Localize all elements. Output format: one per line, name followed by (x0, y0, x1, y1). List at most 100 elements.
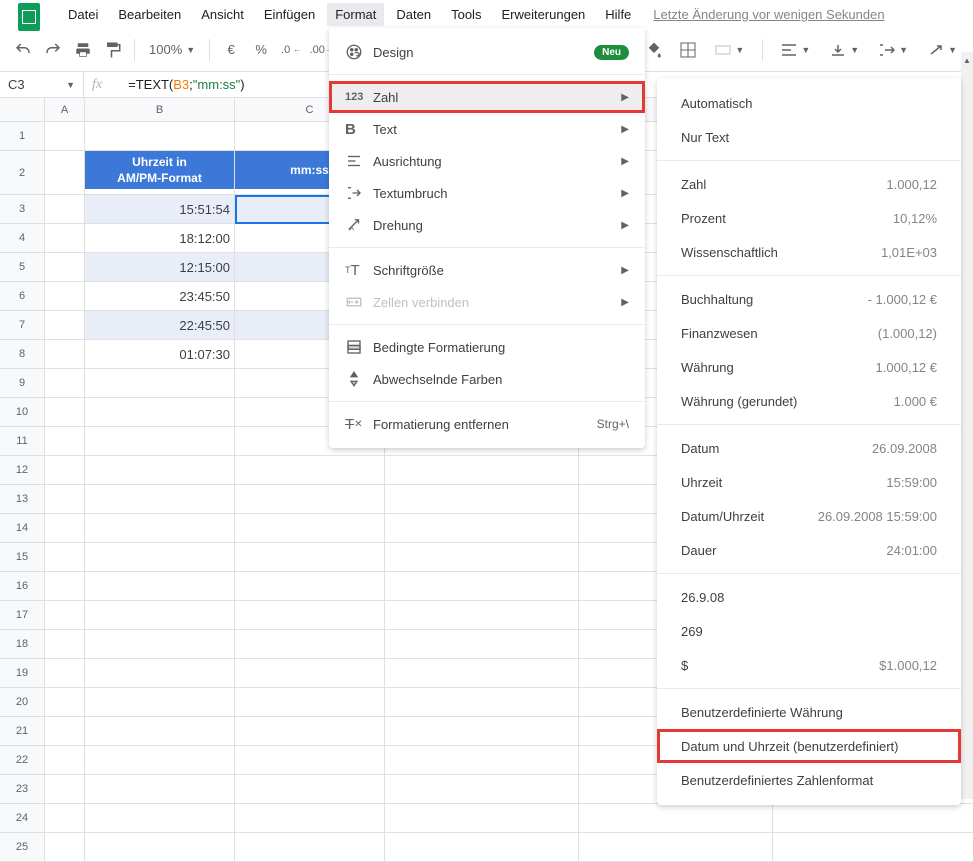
numfmt-item-uhrzeit[interactable]: Uhrzeit15:59:00 (657, 465, 961, 499)
cell[interactable] (235, 688, 385, 716)
print-button[interactable] (68, 35, 98, 65)
row-header[interactable]: 18 (0, 630, 45, 658)
row-header[interactable]: 8 (0, 340, 45, 368)
row-header[interactable]: 17 (0, 601, 45, 629)
cell[interactable] (235, 659, 385, 687)
row-header[interactable]: 4 (0, 224, 45, 252)
cell[interactable] (45, 311, 85, 339)
cell[interactable] (45, 543, 85, 571)
numfmt-item-finanzwesen[interactable]: Finanzwesen(1.000,12) (657, 316, 961, 350)
row-header[interactable]: 24 (0, 804, 45, 832)
currency-button[interactable]: € (216, 35, 246, 65)
redo-button[interactable] (38, 35, 68, 65)
numfmt-item-benutzerdefinierte-w-hrung[interactable]: Benutzerdefinierte Währung (657, 695, 961, 729)
name-box[interactable]: C3▼ (0, 72, 84, 97)
numfmt-item-datum-uhrzeit[interactable]: Datum/Uhrzeit26.09.2008 15:59:00 (657, 499, 961, 533)
cell[interactable] (579, 833, 773, 861)
cell[interactable] (45, 340, 85, 368)
menu-ansicht[interactable]: Ansicht (193, 3, 252, 26)
cell[interactable] (85, 543, 235, 571)
cell[interactable] (385, 688, 579, 716)
row-header[interactable]: 7 (0, 311, 45, 339)
menu-format[interactable]: Format (327, 3, 384, 26)
cell[interactable] (385, 746, 579, 774)
merge-combo[interactable]: ▼ (707, 36, 752, 64)
cell[interactable] (235, 833, 385, 861)
cell[interactable] (85, 514, 235, 542)
numfmt-item-269[interactable]: 269 (657, 614, 961, 648)
cell[interactable] (85, 601, 235, 629)
cell[interactable] (385, 601, 579, 629)
menu-datei[interactable]: Datei (60, 3, 106, 26)
undo-button[interactable] (8, 35, 38, 65)
numfmt-item-datum[interactable]: Datum26.09.2008 (657, 431, 961, 465)
fmt-item-ausrichtung[interactable]: Ausrichtung▶ (329, 145, 645, 177)
numfmt-item-prozent[interactable]: Prozent10,12% (657, 201, 961, 235)
numfmt-item-datum-und-uhrzeit-benutzerdefiniert-[interactable]: Datum und Uhrzeit (benutzerdefiniert) (657, 729, 961, 763)
row-header[interactable]: 2 (0, 151, 45, 194)
fmt-item-design[interactable]: DesignNeu (329, 36, 645, 68)
cell[interactable] (45, 282, 85, 310)
cell[interactable] (45, 630, 85, 658)
zoom-combo[interactable]: 100%▼ (141, 36, 203, 64)
col-header-b[interactable]: B (85, 98, 235, 121)
cell[interactable] (235, 601, 385, 629)
cell[interactable] (235, 543, 385, 571)
cell[interactable]: Uhrzeit in AM/PM-Format (85, 151, 235, 194)
cell[interactable]: 23:45:50 (85, 282, 235, 310)
rotate-combo[interactable]: ▼ (920, 36, 965, 64)
fmt-item-textumbruch[interactable]: Textumbruch▶ (329, 177, 645, 209)
cell[interactable] (45, 224, 85, 252)
row-header[interactable]: 13 (0, 485, 45, 513)
cell[interactable] (235, 746, 385, 774)
scroll-up-icon[interactable]: ▲ (961, 52, 973, 68)
cell[interactable] (45, 122, 85, 150)
numfmt-item-nur-text[interactable]: Nur Text (657, 120, 961, 154)
cell[interactable] (45, 427, 85, 455)
numfmt-item-benutzerdefiniertes-zahlenformat[interactable]: Benutzerdefiniertes Zahlenformat (657, 763, 961, 797)
numfmt-item-w-hrung[interactable]: Währung1.000,12 € (657, 350, 961, 384)
cell[interactable] (85, 485, 235, 513)
cell[interactable] (45, 456, 85, 484)
numfmt-item-w-hrung-gerundet-[interactable]: Währung (gerundet)1.000 € (657, 384, 961, 418)
cell[interactable] (235, 630, 385, 658)
menu-einfuegen[interactable]: Einfügen (256, 3, 323, 26)
cell[interactable] (45, 151, 85, 194)
fmt-item-zahl[interactable]: 123Zahl▶ (329, 81, 645, 113)
row-header[interactable]: 9 (0, 369, 45, 397)
row-header[interactable]: 3 (0, 195, 45, 223)
row-header[interactable]: 14 (0, 514, 45, 542)
percent-button[interactable]: % (246, 35, 276, 65)
cell[interactable] (385, 804, 579, 832)
cell[interactable] (85, 717, 235, 745)
last-change-link[interactable]: Letzte Änderung vor wenigen Sekunden (653, 7, 884, 22)
row-header[interactable]: 21 (0, 717, 45, 745)
row-header[interactable]: 1 (0, 122, 45, 150)
formula-input[interactable]: =TEXT(B3;"mm:ss") (110, 77, 245, 92)
row-header[interactable]: 20 (0, 688, 45, 716)
cell[interactable] (85, 398, 235, 426)
row-header[interactable]: 25 (0, 833, 45, 861)
cell[interactable] (85, 572, 235, 600)
select-all-corner[interactable] (0, 98, 45, 121)
cell[interactable] (45, 833, 85, 861)
fmt-item-drehung[interactable]: ADrehung▶ (329, 209, 645, 241)
numfmt-item-dauer[interactable]: Dauer24:01:00 (657, 533, 961, 567)
numfmt-item-zahl[interactable]: Zahl1.000,12 (657, 167, 961, 201)
cell[interactable] (385, 456, 579, 484)
cell[interactable] (45, 572, 85, 600)
cell[interactable]: 01:07:30 (85, 340, 235, 368)
row-header[interactable]: 6 (0, 282, 45, 310)
cell[interactable] (385, 514, 579, 542)
h-align-combo[interactable]: ▼ (773, 36, 818, 64)
numfmt-item-automatisch[interactable]: Automatisch (657, 86, 961, 120)
menu-bearbeiten[interactable]: Bearbeiten (110, 3, 189, 26)
row-header[interactable]: 10 (0, 398, 45, 426)
menu-erweiterungen[interactable]: Erweiterungen (493, 3, 593, 26)
cell[interactable] (85, 746, 235, 774)
vertical-scrollbar[interactable]: ▲ (961, 52, 973, 799)
cell[interactable] (85, 659, 235, 687)
cell[interactable] (85, 804, 235, 832)
fmt-item-abwechselnde-farben[interactable]: Abwechselnde Farben (329, 363, 645, 395)
row-header[interactable]: 5 (0, 253, 45, 281)
